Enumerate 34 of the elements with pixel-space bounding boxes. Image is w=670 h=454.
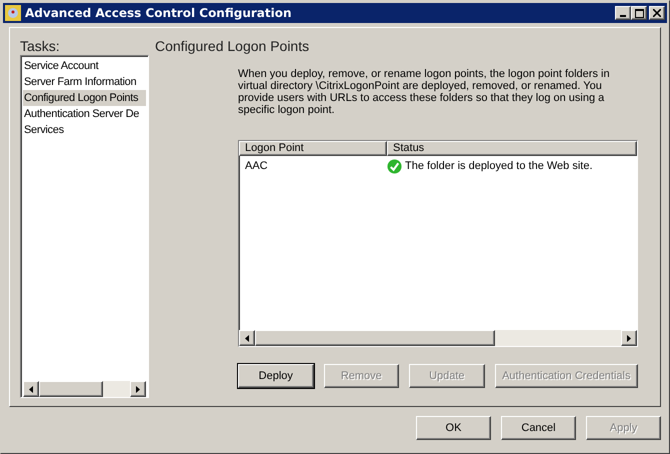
horizontal-scrollbar[interactable]	[239, 330, 637, 346]
scroll-thumb[interactable]	[39, 381, 103, 397]
task-item[interactable]: Server Farm Information	[23, 74, 146, 90]
description-text: When you deploy, remove, or rename logon points, the logon point folders in virtual directory \CitrixLogonPoint are deployed, removed, or renamed. You provide users with URLs to access these folders so that they log on using a specific logon point.	[238, 68, 611, 116]
task-item[interactable]: Services	[23, 122, 146, 138]
table-cell-text: The folder is deployed to the Web site.	[404, 160, 593, 172]
minimize-button[interactable]	[615, 6, 631, 20]
right-arrow-icon	[627, 334, 631, 342]
column-header[interactable]: Logon Point	[239, 141, 387, 156]
scroll-right-button[interactable]	[621, 330, 637, 346]
scroll-thumb[interactable]	[255, 330, 495, 346]
app-icon	[5, 5, 21, 21]
close-icon	[653, 9, 661, 17]
table-cell-text: AAC	[244, 160, 269, 172]
tasks-label: Tasks:	[20, 38, 61, 54]
window-title: Advanced Access Control Configuration	[25, 6, 293, 20]
close-button[interactable]	[649, 6, 665, 20]
task-item[interactable]: Configured Logon Points	[23, 90, 146, 106]
task-item[interactable]: Service Account	[23, 58, 146, 74]
dialog-button[interactable]: OK	[416, 416, 491, 440]
maximize-button[interactable]	[631, 6, 647, 20]
left-arrow-icon	[245, 334, 249, 342]
task-item[interactable]: Authentication Server De	[23, 106, 146, 122]
dialog-button[interactable]: Cancel	[501, 416, 576, 440]
right-arrow-icon	[136, 386, 140, 392]
horizontal-scrollbar[interactable]	[23, 381, 146, 397]
action-button[interactable]: Deploy	[238, 364, 314, 388]
maximize-icon	[634, 8, 644, 18]
page-heading: Configured Logon Points	[155, 38, 310, 54]
scroll-left-button[interactable]	[23, 381, 39, 397]
column-header[interactable]: Status	[387, 141, 637, 156]
scroll-right-button[interactable]	[130, 381, 146, 397]
scroll-left-button[interactable]	[239, 330, 255, 346]
left-arrow-icon	[29, 386, 33, 392]
